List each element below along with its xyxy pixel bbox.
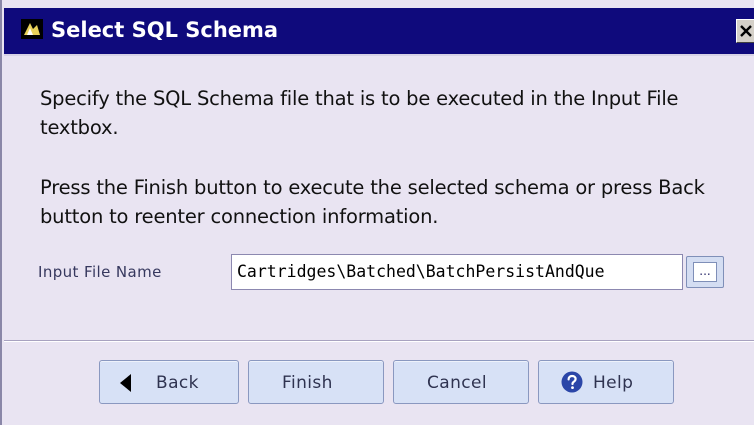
back-button[interactable]: Back — [99, 360, 239, 404]
back-button-label: Back — [156, 373, 199, 393]
cancel-button-label: Cancel — [427, 373, 487, 393]
browse-button-label: ... — [693, 262, 717, 282]
question-circle-icon — [561, 371, 583, 393]
browse-button[interactable]: ... — [686, 256, 724, 288]
instruction-text-1: Specify the SQL Schema file that is to b… — [40, 87, 679, 139]
input-file-name-label: Input File Name — [38, 263, 162, 281]
app-logo-icon — [21, 19, 43, 39]
button-area-divider-highlight — [4, 341, 754, 342]
arrow-left-icon — [120, 374, 131, 392]
finish-button-label: Finish — [282, 373, 333, 393]
help-button-label: Help — [593, 373, 634, 393]
input-file-name-field[interactable]: Cartridges\Batched\BatchPersistAndQue — [231, 254, 683, 290]
select-sql-schema-dialog: Select SQL Schema Specify the SQL Schema… — [0, 0, 754, 425]
help-button[interactable]: Help — [538, 360, 674, 404]
title-divider — [4, 54, 754, 56]
finish-button[interactable]: Finish — [248, 360, 384, 404]
title-bar[interactable]: Select SQL Schema — [4, 8, 754, 54]
cancel-button[interactable]: Cancel — [393, 360, 529, 404]
instruction-text-2: Press the Finish button to execute the s… — [40, 176, 705, 228]
input-file-name-value: Cartridges\Batched\BatchPersistAndQue — [237, 262, 605, 281]
window-title: Select SQL Schema — [51, 18, 279, 42]
close-icon — [740, 25, 752, 37]
close-button[interactable] — [736, 19, 754, 43]
